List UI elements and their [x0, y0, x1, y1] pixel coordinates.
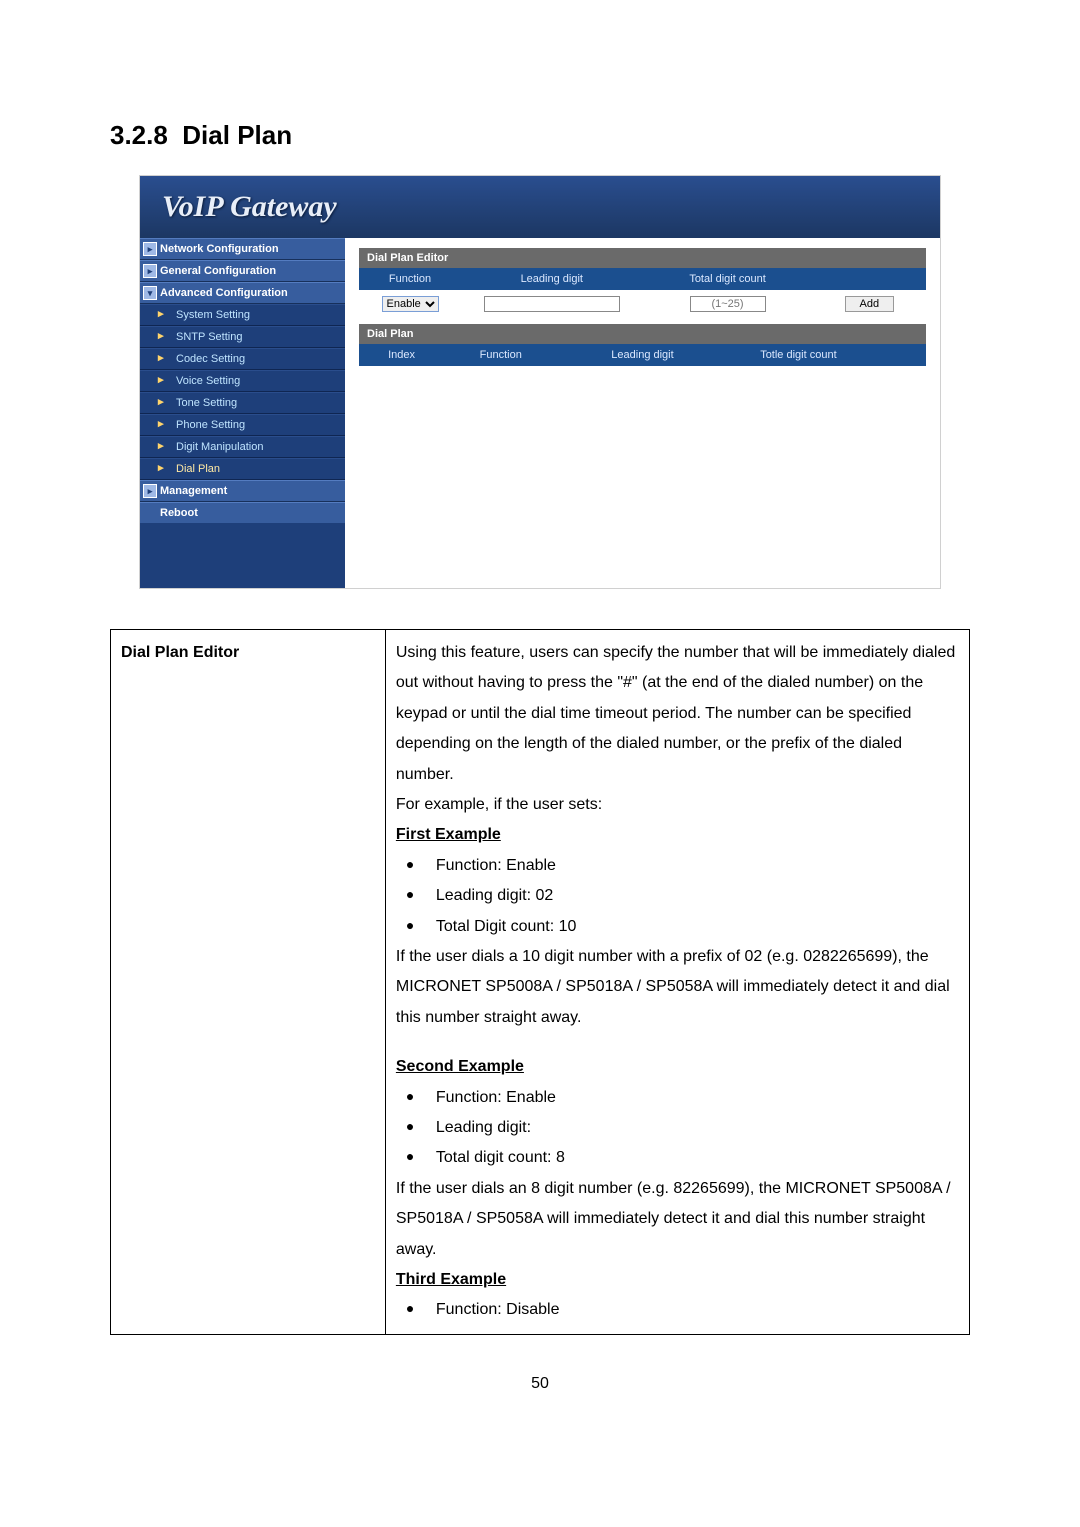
bullet-icon: ▸: [158, 375, 168, 385]
total-digit-input[interactable]: [690, 296, 766, 312]
sidebar-item-label: Phone Setting: [176, 419, 245, 431]
section-heading: 3.2.8 Dial Plan: [110, 120, 970, 151]
example-2-item: Function: Enable: [396, 1083, 959, 1113]
bullet-icon: ▸: [158, 419, 168, 429]
col-index: Index: [359, 344, 444, 366]
sidebar-group-label: General Configuration: [160, 265, 276, 277]
sidebar-item-label: Reboot: [160, 507, 198, 519]
add-button[interactable]: Add: [845, 296, 895, 312]
sidebar-item-label: Voice Setting: [176, 375, 240, 387]
expand-icon: ▸: [143, 264, 157, 278]
sidebar-item-label: Tone Setting: [176, 397, 237, 409]
page-number: 50: [110, 1375, 970, 1393]
sidebar-group-label: Advanced Configuration: [160, 287, 288, 299]
sidebar-item-label: System Setting: [176, 309, 250, 321]
example-2-heading: Second Example: [396, 1052, 959, 1082]
sidebar-group-label: Management: [160, 485, 227, 497]
col-total-digit: Totle digit count: [728, 344, 870, 366]
sidebar-item-label: Dial Plan: [176, 463, 220, 475]
bullet-icon: ▸: [158, 331, 168, 341]
sidebar-item-reboot[interactable]: Reboot: [140, 502, 345, 523]
example-2-list: Function: Enable Leading digit: Total di…: [396, 1083, 959, 1174]
sidebar-item-label: Codec Setting: [176, 353, 245, 365]
sidebar-item-phone-setting[interactable]: ▸ Phone Setting: [140, 414, 345, 436]
bullet-icon: ▸: [158, 441, 168, 451]
sidebar-item-label: SNTP Setting: [176, 331, 242, 343]
bullet-icon: ▸: [158, 463, 168, 473]
section-title: Dial Plan: [182, 120, 292, 150]
example-3-list: Function: Disable: [396, 1295, 959, 1325]
description-table: Dial Plan Editor Using this feature, use…: [110, 629, 970, 1335]
editor-table: Function Leading digit Total digit count…: [359, 268, 926, 318]
col-function: Function: [444, 344, 557, 366]
config-ui-screenshot: VoIP Gateway ▸Network Configuration ▸Gen…: [139, 175, 941, 589]
sidebar-item-tone-setting[interactable]: ▸ Tone Setting: [140, 392, 345, 414]
bullet-icon: ▸: [158, 309, 168, 319]
col-leading-digit: Leading digit: [557, 344, 727, 366]
col-action: [813, 268, 926, 290]
sidebar-item-digit-manipulation[interactable]: ▸ Digit Manipulation: [140, 436, 345, 458]
sidebar-group-general[interactable]: ▸General Configuration: [140, 260, 345, 282]
example-2-item: Total digit count: 8: [396, 1143, 959, 1173]
bullet-icon: ▸: [158, 397, 168, 407]
col-blank: [869, 344, 926, 366]
dialplan-table: Index Function Leading digit Totle digit…: [359, 344, 926, 366]
sidebar-group-label: Network Configuration: [160, 243, 279, 255]
row-description: Using this feature, users can specify th…: [385, 630, 969, 1335]
sidebar-item-sntp-setting[interactable]: ▸ SNTP Setting: [140, 326, 345, 348]
sidebar-item-label: Digit Manipulation: [176, 441, 263, 453]
sidebar-group-advanced[interactable]: ▾Advanced Configuration: [140, 282, 345, 304]
sidebar-item-dial-plan[interactable]: ▸ Dial Plan: [140, 458, 345, 480]
example-3-item: Function: Disable: [396, 1295, 959, 1325]
bullet-icon: ▸: [158, 353, 168, 363]
example-1-item: Leading digit: 02: [396, 881, 959, 911]
panel-header-dialplan: Dial Plan: [359, 324, 926, 344]
example-2-after: If the user dials an 8 digit number (e.g…: [396, 1174, 959, 1265]
desc-para-2: For example, if the user sets:: [396, 790, 959, 820]
row-label: Dial Plan Editor: [121, 644, 239, 661]
example-1-item: Total Digit count: 10: [396, 912, 959, 942]
section-number: 3.2.8: [110, 120, 168, 150]
sidebar-item-voice-setting[interactable]: ▸ Voice Setting: [140, 370, 345, 392]
example-1-heading: First Example: [396, 820, 959, 850]
expand-icon: ▸: [143, 484, 157, 498]
col-leading-digit: Leading digit: [461, 268, 642, 290]
sidebar-item-system-setting[interactable]: ▸ System Setting: [140, 304, 345, 326]
sidebar-group-management[interactable]: ▸Management: [140, 480, 345, 502]
col-function: Function: [359, 268, 461, 290]
sidebar-group-network[interactable]: ▸Network Configuration: [140, 238, 345, 260]
function-select[interactable]: Enable: [382, 296, 439, 312]
example-1-list: Function: Enable Leading digit: 02 Total…: [396, 851, 959, 942]
main-panel: Dial Plan Editor Function Leading digit …: [345, 238, 940, 588]
example-1-after: If the user dials a 10 digit number with…: [396, 942, 959, 1033]
app-title: VoIP Gateway: [140, 176, 940, 238]
expand-icon: ▸: [143, 242, 157, 256]
example-3-heading: Third Example: [396, 1265, 959, 1295]
col-total-digit: Total digit count: [642, 268, 812, 290]
leading-digit-input[interactable]: [484, 296, 620, 312]
collapse-icon: ▾: [143, 286, 157, 300]
panel-header-editor: Dial Plan Editor: [359, 248, 926, 268]
sidebar: ▸Network Configuration ▸General Configur…: [140, 238, 345, 588]
example-1-item: Function: Enable: [396, 851, 959, 881]
example-2-item: Leading digit:: [396, 1113, 959, 1143]
desc-para-1: Using this feature, users can specify th…: [396, 638, 959, 790]
sidebar-item-codec-setting[interactable]: ▸ Codec Setting: [140, 348, 345, 370]
